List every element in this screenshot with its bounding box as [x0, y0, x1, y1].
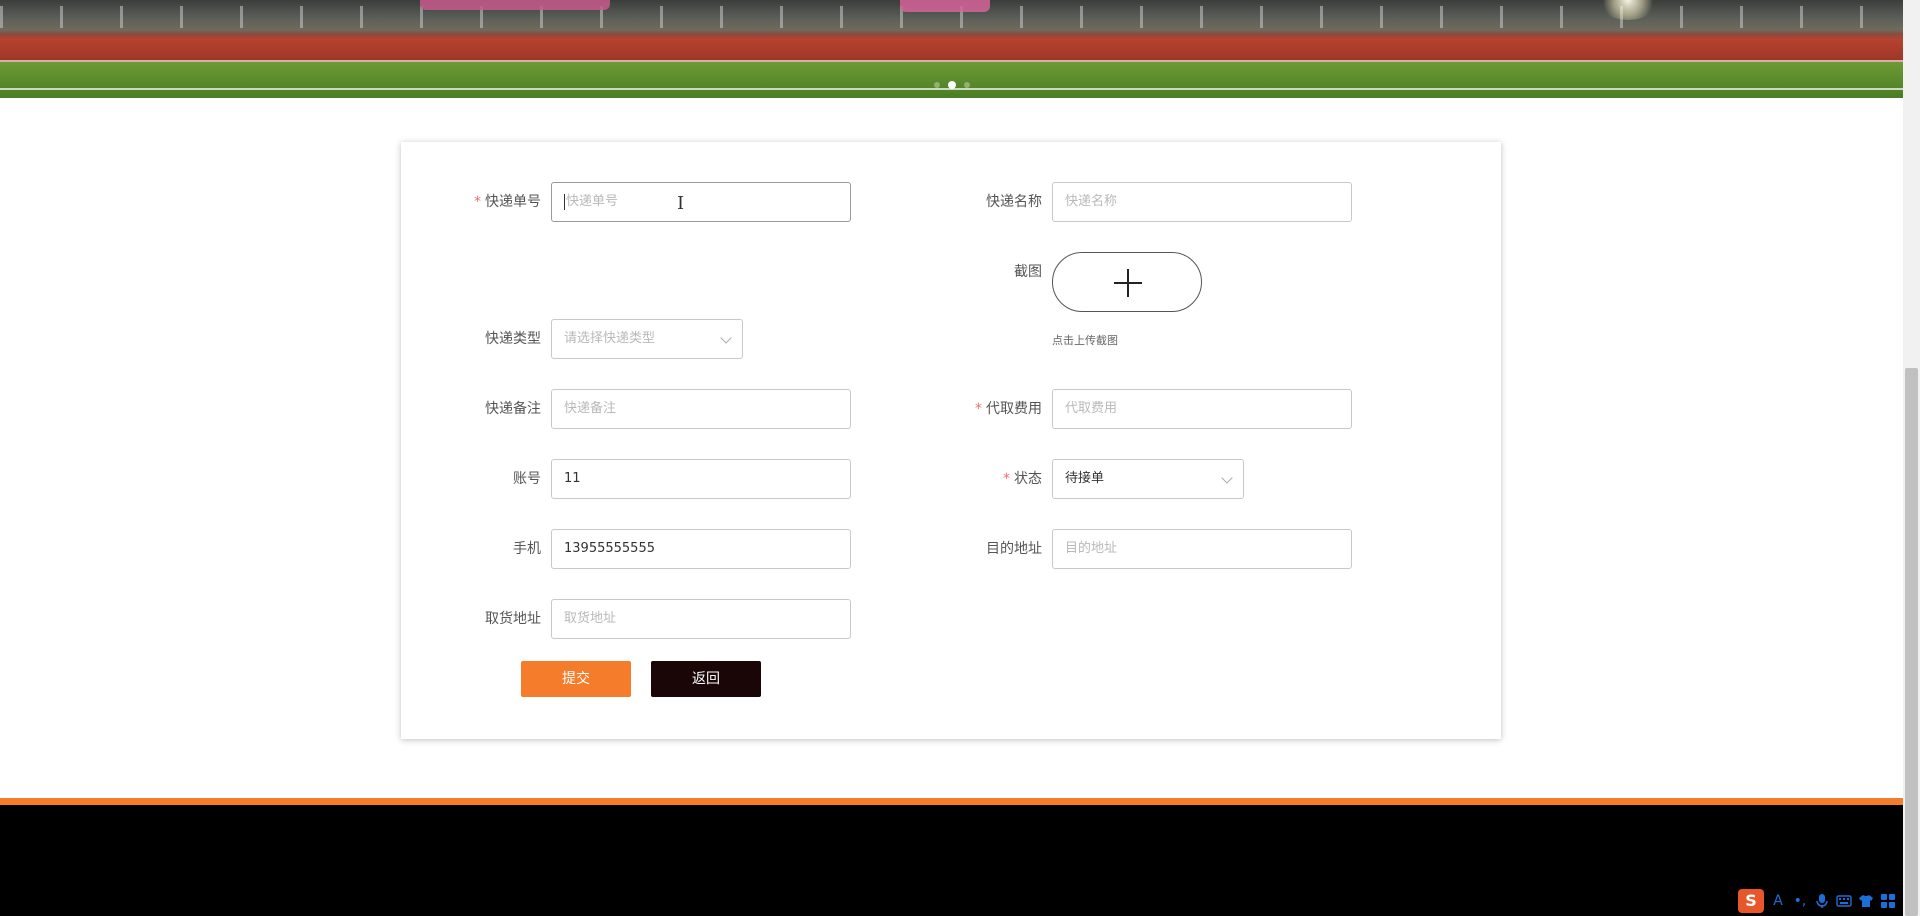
page-footer: [0, 805, 1903, 916]
ime-punctuation-toggle[interactable]: •,: [1792, 893, 1808, 909]
courier-type-select[interactable]: 请选择快递类型: [551, 319, 743, 359]
banner-flowers: [420, 0, 610, 10]
tracking-no-label: * 快递单号: [474, 194, 541, 210]
back-button[interactable]: 返回: [651, 661, 761, 697]
courier-note-input[interactable]: 快递备注: [551, 389, 851, 429]
pickup-fee-input[interactable]: 代取费用: [1052, 389, 1352, 429]
shirt-icon[interactable]: [1858, 893, 1874, 909]
courier-note-label: 快递备注: [485, 401, 541, 417]
pickup-address-label: 取货地址: [485, 611, 541, 627]
plus-icon: [1127, 269, 1129, 297]
text-caret: [564, 193, 565, 210]
tracking-no-input[interactable]: 快递单号: [551, 182, 851, 222]
submit-button[interactable]: 提交: [521, 661, 631, 697]
text-cursor-icon: I: [677, 193, 685, 214]
status-select[interactable]: 待接单: [1052, 459, 1244, 499]
banner-running-track: [0, 38, 1903, 62]
ime-toolbar: S A •,: [1738, 889, 1896, 913]
banner-grass-field: [0, 62, 1903, 98]
courier-name-input[interactable]: 快递名称: [1052, 182, 1352, 222]
carousel-dot-active[interactable]: [948, 81, 956, 89]
pickup-fee-label: * 代取费用: [975, 401, 1042, 417]
destination-input[interactable]: 目的地址: [1052, 529, 1352, 569]
account-input[interactable]: 11: [551, 459, 851, 499]
screenshot-label: 截图: [1014, 264, 1042, 280]
courier-name-label: 快递名称: [986, 194, 1042, 210]
account-label: 账号: [513, 471, 541, 487]
destination-label: 目的地址: [986, 541, 1042, 557]
status-label: * 状态: [1003, 471, 1042, 487]
scrollbar-thumb[interactable]: [1905, 368, 1918, 916]
screenshot-upload-button[interactable]: [1052, 252, 1202, 312]
chevron-down-icon: [720, 332, 732, 344]
chevron-down-icon: [1221, 472, 1233, 484]
page-scrollbar[interactable]: [1903, 0, 1920, 916]
ime-language-toggle[interactable]: A: [1770, 893, 1786, 909]
hero-banner: [0, 0, 1903, 98]
pickup-address-input[interactable]: 取货地址: [551, 599, 851, 639]
banner-flowers: [900, 0, 990, 12]
courier-type-label: 快递类型: [485, 331, 541, 347]
upload-hint: 点击上传截图: [1052, 334, 1118, 347]
phone-label: 手机: [513, 541, 541, 557]
ime-logo[interactable]: S: [1738, 889, 1764, 913]
keyboard-icon[interactable]: [1836, 893, 1852, 909]
phone-input[interactable]: 13955555555: [551, 529, 851, 569]
carousel-dot[interactable]: [964, 82, 970, 88]
grid-icon[interactable]: [1880, 893, 1896, 909]
footer-accent-stripe: [0, 798, 1903, 805]
express-order-form: * 快递单号 快递单号 快递名称 快递名称 截图 点击上传截图 快递类型 请选择快…: [401, 142, 1501, 739]
carousel-indicators: [934, 81, 970, 89]
mic-icon[interactable]: [1814, 893, 1830, 909]
carousel-dot[interactable]: [934, 82, 940, 88]
